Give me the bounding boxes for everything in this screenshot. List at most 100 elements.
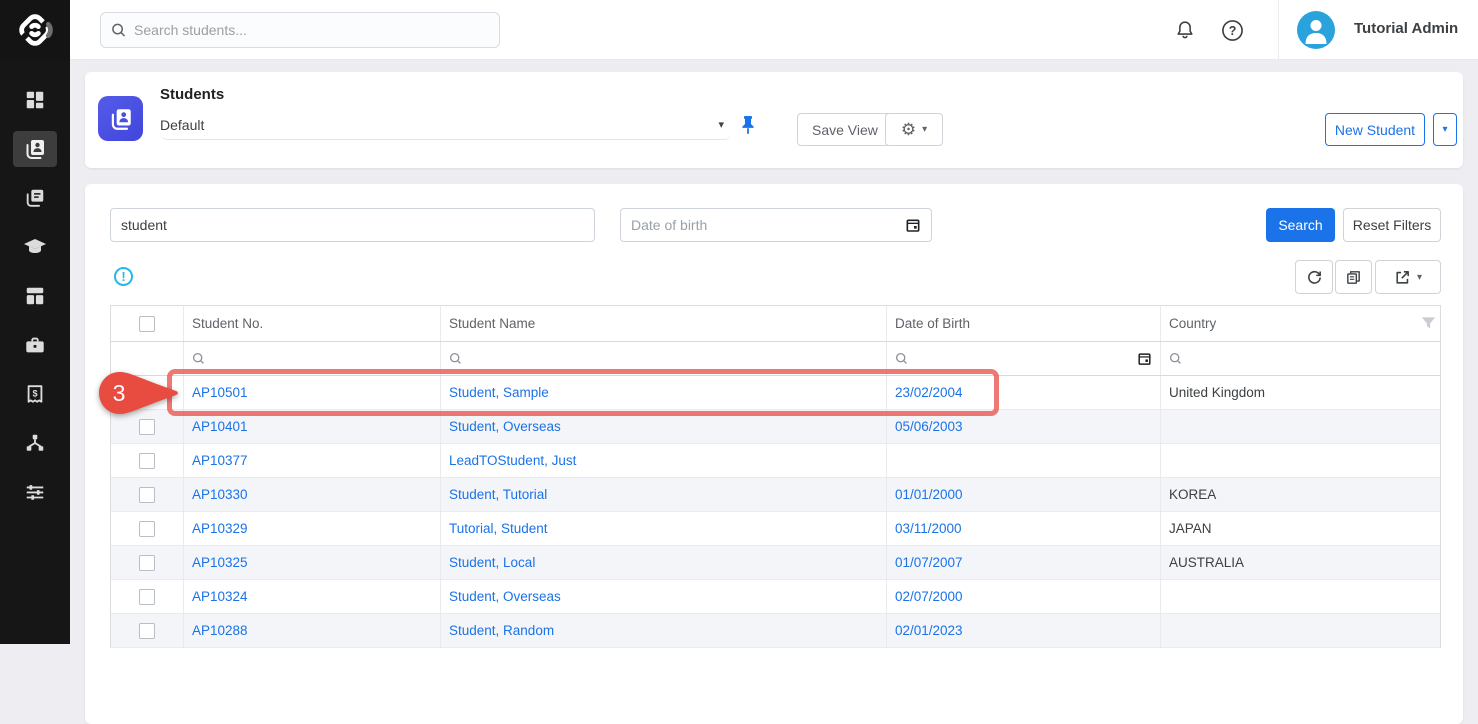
student-no-link[interactable]: AP10377 xyxy=(192,453,248,468)
student-name-link[interactable]: Student, Local xyxy=(449,555,535,570)
column-header-dob[interactable]: Date of Birth xyxy=(895,316,970,331)
export-button[interactable]: ▾ xyxy=(1375,260,1441,294)
student-name-cell: Student, Tutorial xyxy=(441,478,887,511)
copy-button[interactable] xyxy=(1335,260,1372,294)
student-name-cell: Student, Overseas xyxy=(441,410,887,443)
country-cell xyxy=(1161,410,1442,443)
sidebar-item-settings[interactable] xyxy=(13,474,57,510)
table-row: AP10325Student, Local01/07/2007AUSTRALIA xyxy=(111,546,1440,580)
view-selector[interactable]: Default ▾ xyxy=(160,110,732,140)
student-name-link[interactable]: Student, Sample xyxy=(449,385,549,400)
dob-column-filter[interactable] xyxy=(887,342,1161,375)
student-no-link[interactable]: AP10324 xyxy=(192,589,248,604)
svg-text:?: ? xyxy=(1228,23,1236,37)
dob-link[interactable]: 02/07/2000 xyxy=(895,589,963,604)
country-column-filter[interactable] xyxy=(1161,342,1442,375)
row-checkbox[interactable] xyxy=(139,419,155,435)
student-name-link[interactable]: Student, Overseas xyxy=(449,419,561,434)
row-checkbox[interactable] xyxy=(139,521,155,537)
column-header-country[interactable]: Country xyxy=(1169,316,1216,331)
table-header-row: Student No. Student Name Date of Birth C… xyxy=(111,306,1440,342)
column-header-student-no[interactable]: Student No. xyxy=(192,316,263,331)
country-text: JAPAN xyxy=(1169,521,1212,536)
student-no-link[interactable]: AP10330 xyxy=(192,487,248,502)
row-checkbox[interactable] xyxy=(139,555,155,571)
search-icon xyxy=(111,22,126,38)
pin-view-button[interactable] xyxy=(735,112,761,138)
search-button[interactable]: Search xyxy=(1266,208,1335,242)
students-icon xyxy=(23,137,47,161)
student-name-link[interactable]: Student, Random xyxy=(449,623,554,638)
refresh-button[interactable] xyxy=(1295,260,1333,294)
row-checkbox[interactable] xyxy=(139,589,155,605)
global-search xyxy=(100,12,500,48)
dob-link[interactable]: 05/06/2003 xyxy=(895,419,963,434)
sidebar-item-students[interactable] xyxy=(13,131,57,167)
student-name-link[interactable]: Student, Overseas xyxy=(449,589,561,604)
select-all-checkbox[interactable] xyxy=(139,316,155,332)
new-student-dropdown-button[interactable]: ▾ xyxy=(1433,113,1457,146)
sidebar-item-courses[interactable] xyxy=(13,229,57,265)
sidebar-item-jobs[interactable] xyxy=(13,327,57,363)
global-search-input[interactable] xyxy=(134,22,489,38)
student-name-link[interactable]: Student, Tutorial xyxy=(449,487,547,502)
student-name-cell: Tutorial, Student xyxy=(441,512,887,545)
student-name-link[interactable]: Tutorial, Student xyxy=(449,521,548,536)
student-no-link[interactable]: AP10288 xyxy=(192,623,248,638)
dob-filter-field[interactable] xyxy=(620,208,932,242)
student-name-cell: Student, Sample xyxy=(441,376,887,409)
sidebar-item-boards[interactable] xyxy=(13,278,57,314)
row-checkbox-cell xyxy=(111,478,184,511)
student-no-link[interactable]: AP10329 xyxy=(192,521,248,536)
student-name-column-filter[interactable] xyxy=(441,342,887,375)
dob-link[interactable]: 01/01/2000 xyxy=(895,487,963,502)
filter-funnel-icon[interactable] xyxy=(1421,316,1436,336)
student-no-cell: AP10329 xyxy=(184,512,441,545)
sidebar: $ xyxy=(0,60,70,644)
student-no-column-filter[interactable] xyxy=(184,342,441,375)
student-name-link[interactable]: LeadTOStudent, Just xyxy=(449,453,576,468)
students-table: Student No. Student Name Date of Birth C… xyxy=(110,305,1441,648)
sidebar-item-dashboard[interactable] xyxy=(13,82,57,118)
students-list-card: Search Reset Filters ! ▾ Student No. Stu… xyxy=(85,184,1463,724)
topbar: ? Tutorial Admin xyxy=(0,0,1478,60)
calendar-icon[interactable] xyxy=(905,217,921,233)
dob-link[interactable]: 01/07/2007 xyxy=(895,555,963,570)
save-view-button[interactable]: Save View xyxy=(797,113,893,146)
new-student-button[interactable]: New Student xyxy=(1325,113,1425,146)
country-text: KOREA xyxy=(1169,487,1216,502)
dob-link[interactable]: 02/01/2023 xyxy=(895,623,963,638)
calendar-icon[interactable] xyxy=(1137,351,1152,371)
row-checkbox[interactable] xyxy=(139,623,155,639)
student-no-link[interactable]: AP10325 xyxy=(192,555,248,570)
info-icon[interactable]: ! xyxy=(114,267,133,286)
pin-icon xyxy=(739,115,757,135)
user-avatar[interactable] xyxy=(1297,11,1335,49)
table-row: AP10377 LeadTOStudent, Just xyxy=(111,444,1440,478)
app-logo-icon[interactable] xyxy=(0,0,70,60)
reset-filters-button[interactable]: Reset Filters xyxy=(1343,208,1441,242)
dob-filter-input[interactable] xyxy=(631,217,905,233)
dob-link[interactable]: 03/11/2000 xyxy=(895,521,962,536)
sidebar-item-invoices[interactable]: $ xyxy=(13,376,57,412)
notifications-bell-icon[interactable] xyxy=(1171,16,1199,44)
student-name-cell: Student, Random xyxy=(441,614,887,647)
user-name[interactable]: Tutorial Admin xyxy=(1354,20,1458,37)
graduation-cap-icon xyxy=(23,235,47,259)
student-no-cell: AP10377 xyxy=(184,444,441,477)
help-icon[interactable]: ? xyxy=(1218,16,1246,44)
column-header-student-name[interactable]: Student Name xyxy=(449,316,535,331)
sidebar-item-pages[interactable] xyxy=(13,180,57,216)
row-checkbox[interactable] xyxy=(139,487,155,503)
keyword-filter-input[interactable] xyxy=(110,208,595,242)
table-row: AP10501Student, Sample23/02/2004United K… xyxy=(111,376,1440,410)
chevron-down-icon: ▾ xyxy=(1417,272,1422,283)
row-checkbox[interactable] xyxy=(139,453,155,469)
student-no-link[interactable]: AP10501 xyxy=(192,385,248,400)
sidebar-item-agents[interactable] xyxy=(13,425,57,461)
student-no-link[interactable]: AP10401 xyxy=(192,419,248,434)
student-no-cell: AP10401 xyxy=(184,410,441,443)
export-icon xyxy=(1394,269,1411,286)
dob-link[interactable]: 23/02/2004 xyxy=(895,385,963,400)
view-settings-button[interactable]: ⚙ ▾ xyxy=(885,113,943,146)
